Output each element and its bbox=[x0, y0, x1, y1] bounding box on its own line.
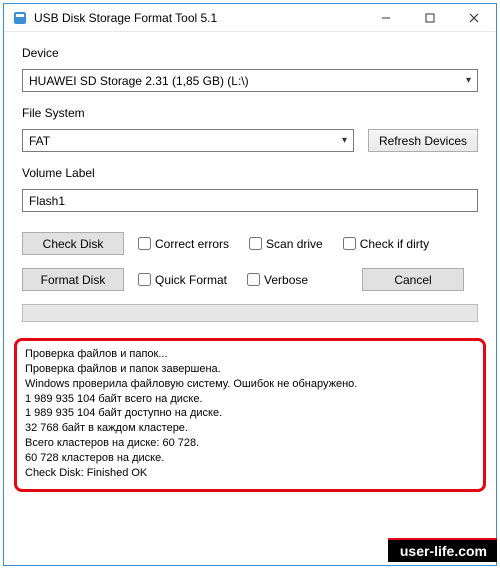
watermark: user-life.com bbox=[388, 538, 497, 562]
minimize-icon bbox=[381, 13, 391, 23]
close-button[interactable] bbox=[452, 4, 496, 32]
quick-format-checkbox[interactable]: Quick Format bbox=[138, 273, 227, 287]
check-disk-button[interactable]: Check Disk bbox=[22, 232, 124, 255]
chevron-down-icon: ▾ bbox=[466, 75, 471, 86]
volume-label-input[interactable] bbox=[22, 189, 478, 212]
verbose-checkbox[interactable]: Verbose bbox=[247, 273, 308, 287]
format-disk-button[interactable]: Format Disk bbox=[22, 268, 124, 291]
maximize-icon bbox=[425, 13, 435, 23]
app-window: USB Disk Storage Format Tool 5.1 Device … bbox=[3, 3, 497, 566]
progress-bar bbox=[22, 304, 478, 322]
device-selected-value: HUAWEI SD Storage 2.31 (1,85 GB) (L:\) bbox=[29, 74, 249, 88]
log-output: Проверка файлов и папок... Проверка файл… bbox=[14, 338, 486, 492]
content-area: Device HUAWEI SD Storage 2.31 (1,85 GB) … bbox=[4, 32, 496, 338]
filesystem-label: File System bbox=[22, 106, 478, 120]
filesystem-selected-value: FAT bbox=[29, 134, 50, 148]
close-icon bbox=[469, 13, 479, 23]
chevron-down-icon: ▾ bbox=[342, 135, 347, 146]
window-title: USB Disk Storage Format Tool 5.1 bbox=[34, 11, 364, 25]
volume-label-label: Volume Label bbox=[22, 166, 478, 180]
cancel-button[interactable]: Cancel bbox=[362, 268, 464, 291]
maximize-button[interactable] bbox=[408, 4, 452, 32]
minimize-button[interactable] bbox=[364, 4, 408, 32]
scan-drive-checkbox[interactable]: Scan drive bbox=[249, 237, 323, 251]
title-bar: USB Disk Storage Format Tool 5.1 bbox=[4, 4, 496, 32]
device-label: Device bbox=[22, 46, 478, 60]
check-if-dirty-checkbox[interactable]: Check if dirty bbox=[343, 237, 429, 251]
filesystem-select[interactable]: FAT ▾ bbox=[22, 129, 354, 152]
device-select[interactable]: HUAWEI SD Storage 2.31 (1,85 GB) (L:\) ▾ bbox=[22, 69, 478, 92]
app-icon bbox=[12, 10, 28, 26]
refresh-devices-button[interactable]: Refresh Devices bbox=[368, 129, 478, 152]
correct-errors-checkbox[interactable]: Correct errors bbox=[138, 237, 229, 251]
